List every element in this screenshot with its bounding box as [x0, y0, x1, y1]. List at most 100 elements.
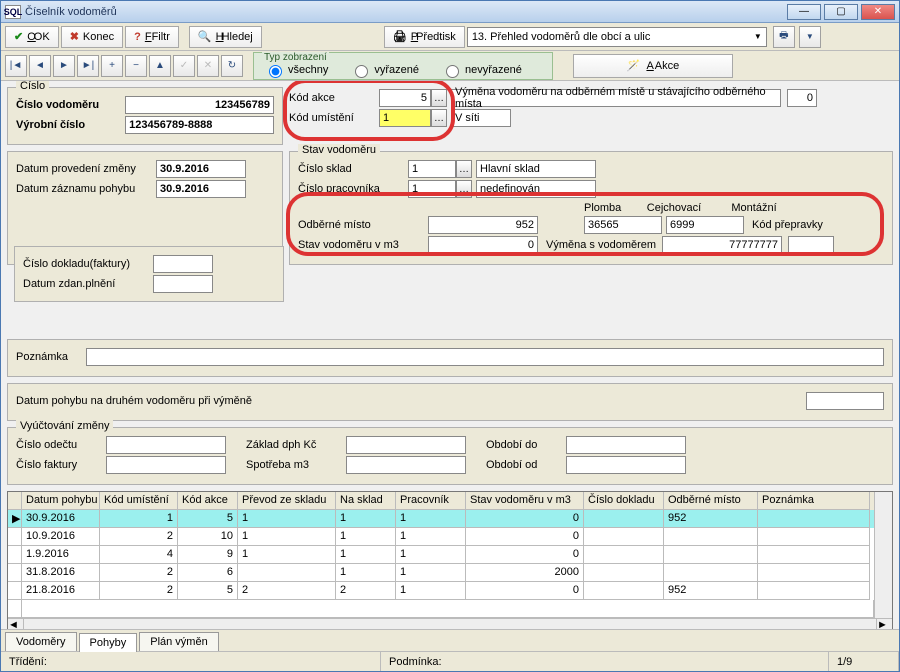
kod-akce-input[interactable]: 5: [379, 89, 431, 107]
cislo-vodomeru-input[interactable]: 123456789: [125, 96, 274, 114]
grid-header[interactable]: Odběrné místo: [664, 492, 758, 510]
hledej-button[interactable]: 🔍HHledej: [189, 26, 262, 48]
title-bar: SQL Číselník vodoměrů — ▢ ✕: [1, 1, 899, 23]
nav-cancel[interactable]: ✕: [197, 55, 219, 77]
grid-header[interactable]: Pracovník: [396, 492, 466, 510]
sklad-label: Číslo sklad: [298, 163, 408, 175]
nav-first[interactable]: |◄: [5, 55, 27, 77]
cislo-dokladu-input[interactable]: [153, 255, 213, 273]
grid-header[interactable]: Číslo dokladu: [584, 492, 664, 510]
odectu-input[interactable]: [106, 436, 226, 454]
status-podminka: Podmínka:: [381, 652, 829, 671]
kod-akce-right[interactable]: 0: [787, 89, 817, 107]
radio-nevyrazene[interactable]: nevyřazené: [441, 62, 522, 78]
cislo-dokladu-label: Číslo dokladu(faktury): [23, 258, 153, 270]
kod-prepravky-label: Kód přepravky: [752, 219, 823, 231]
poznamka-label: Poznámka: [16, 351, 86, 363]
pohyb2-label: Datum pohybu na druhém vodoměru při výmě…: [16, 395, 276, 407]
sklad-input[interactable]: 1: [408, 160, 456, 178]
chevron-down-icon: ▼: [754, 32, 762, 41]
obdobi-do-input[interactable]: [566, 436, 686, 454]
predtisk-combo[interactable]: 13. Přehled vodoměrů dle obcí a ulic ▼: [467, 27, 767, 47]
table-row[interactable]: 10.9.20162101110: [8, 528, 874, 546]
wand-icon: 🪄: [627, 59, 641, 72]
kod-akce-text: Výměna vodoměru na odběrném místě u stáv…: [451, 89, 781, 107]
faktury-input[interactable]: [106, 456, 226, 474]
maximize-button[interactable]: ▢: [824, 4, 858, 20]
grid-header[interactable]: Kód umístění: [100, 492, 178, 510]
pracovnik-input[interactable]: 1: [408, 180, 456, 198]
stav-legend: Stav vodoměru: [298, 144, 380, 156]
konec-button[interactable]: ✖Konec: [61, 26, 123, 48]
pracovnik-picker[interactable]: …: [456, 180, 472, 198]
sklad-picker[interactable]: …: [456, 160, 472, 178]
kod-prepravky-input[interactable]: [788, 236, 834, 254]
montazni-label: Montážní: [714, 202, 794, 214]
tab-plan-vymen[interactable]: Plán výměn: [139, 632, 218, 651]
grid-scrollbar[interactable]: [874, 492, 892, 618]
spotreba-input[interactable]: [346, 456, 466, 474]
typ-zobrazeni-group: Typ zobrazení všechny vyřazené nevyřazen…: [253, 52, 553, 80]
cislo-panel: Číslo Číslo vodoměru 123456789 Výrobní č…: [7, 87, 283, 145]
radio-vsechny[interactable]: všechny: [264, 62, 328, 78]
tab-pohyby[interactable]: Pohyby: [79, 633, 138, 652]
window-title: Číselník vodoměrů: [25, 6, 787, 18]
predtisk-button[interactable]: 🖨PPředtisk: [384, 26, 465, 48]
obdobi-do-label: Období do: [486, 439, 566, 451]
vymena-input[interactable]: 77777777: [662, 236, 782, 254]
vyrobni-cislo-input[interactable]: 123456789-8888: [125, 116, 274, 134]
vyrobni-cislo-label: Výrobní číslo: [16, 119, 125, 131]
pohyby-grid[interactable]: Datum pohybuKód umístěníKód akcePřevod z…: [7, 491, 893, 629]
kod-akce-label: Kód akce: [289, 92, 379, 104]
kod-akce-picker[interactable]: …: [431, 89, 447, 107]
poznamka-input[interactable]: [86, 348, 884, 366]
app-icon: SQL: [5, 5, 21, 19]
grid-header[interactable]: Stav vodoměru v m3: [466, 492, 584, 510]
cejchovaci-label: Cejchovací: [634, 202, 714, 214]
datum-zdan-input[interactable]: [153, 275, 213, 293]
kod-umisteni-picker[interactable]: …: [431, 109, 447, 127]
grid-header[interactable]: Na sklad: [336, 492, 396, 510]
table-row[interactable]: 31.8.201626112000: [8, 564, 874, 582]
nav-next[interactable]: ►: [53, 55, 75, 77]
table-row[interactable]: 1.9.2016491110: [8, 546, 874, 564]
tab-vodomery[interactable]: Vodoměry: [5, 632, 77, 651]
ok-button[interactable]: ✔OOK: [5, 26, 59, 48]
zaklad-input[interactable]: [346, 436, 466, 454]
minimize-button[interactable]: —: [787, 4, 821, 20]
table-row[interactable]: ▶30.9.2016151110952: [8, 510, 874, 528]
plomba-label: Plomba: [584, 202, 634, 214]
nav-del[interactable]: −: [125, 55, 147, 77]
nav-prev[interactable]: ◄: [29, 55, 51, 77]
print-icon-button[interactable]: 🖶: [773, 26, 795, 48]
grid-header[interactable]: Poznámka: [758, 492, 870, 510]
nav-refresh[interactable]: ↻: [221, 55, 243, 77]
datum-provedeni-input[interactable]: 30.9.2016: [156, 160, 246, 178]
datum-zaznamu-label: Datum záznamu pohybu: [16, 183, 156, 195]
akce-button[interactable]: 🪄AAkce: [573, 54, 733, 78]
odberne-misto-input[interactable]: 952: [428, 216, 538, 234]
dropdown-extra[interactable]: ▼: [799, 26, 821, 48]
pohyb2-input[interactable]: [806, 392, 884, 410]
stav-m3-input[interactable]: 0: [428, 236, 538, 254]
plomba-cejch-input[interactable]: 36565: [584, 216, 662, 234]
kod-umisteni-input[interactable]: 1: [379, 109, 431, 127]
nav-post[interactable]: ✓: [173, 55, 195, 77]
grid-header[interactable]: Datum pohybu: [22, 492, 100, 510]
radio-vyrazene[interactable]: vyřazené: [350, 62, 419, 78]
cislo-vodomeru-label: Číslo vodoměru: [16, 99, 125, 111]
typ-legend: Typ zobrazení: [262, 52, 329, 63]
kod-umisteni-text: V síti: [451, 109, 511, 127]
obdobi-od-input[interactable]: [566, 456, 686, 474]
plomba-mont-input[interactable]: 6999: [666, 216, 744, 234]
nav-last[interactable]: ►|: [77, 55, 99, 77]
close-button[interactable]: ✕: [861, 4, 895, 20]
nav-edit[interactable]: ▲: [149, 55, 171, 77]
table-row[interactable]: 21.8.2016252210952: [8, 582, 874, 600]
grid-header[interactable]: Převod ze skladu: [238, 492, 336, 510]
vymena-label: Výměna s vodoměrem: [546, 239, 656, 251]
grid-header[interactable]: Kód akce: [178, 492, 238, 510]
filtr-button[interactable]: ?FFiltr: [125, 26, 179, 48]
nav-add[interactable]: +: [101, 55, 123, 77]
datum-zaznamu-input[interactable]: 30.9.2016: [156, 180, 246, 198]
